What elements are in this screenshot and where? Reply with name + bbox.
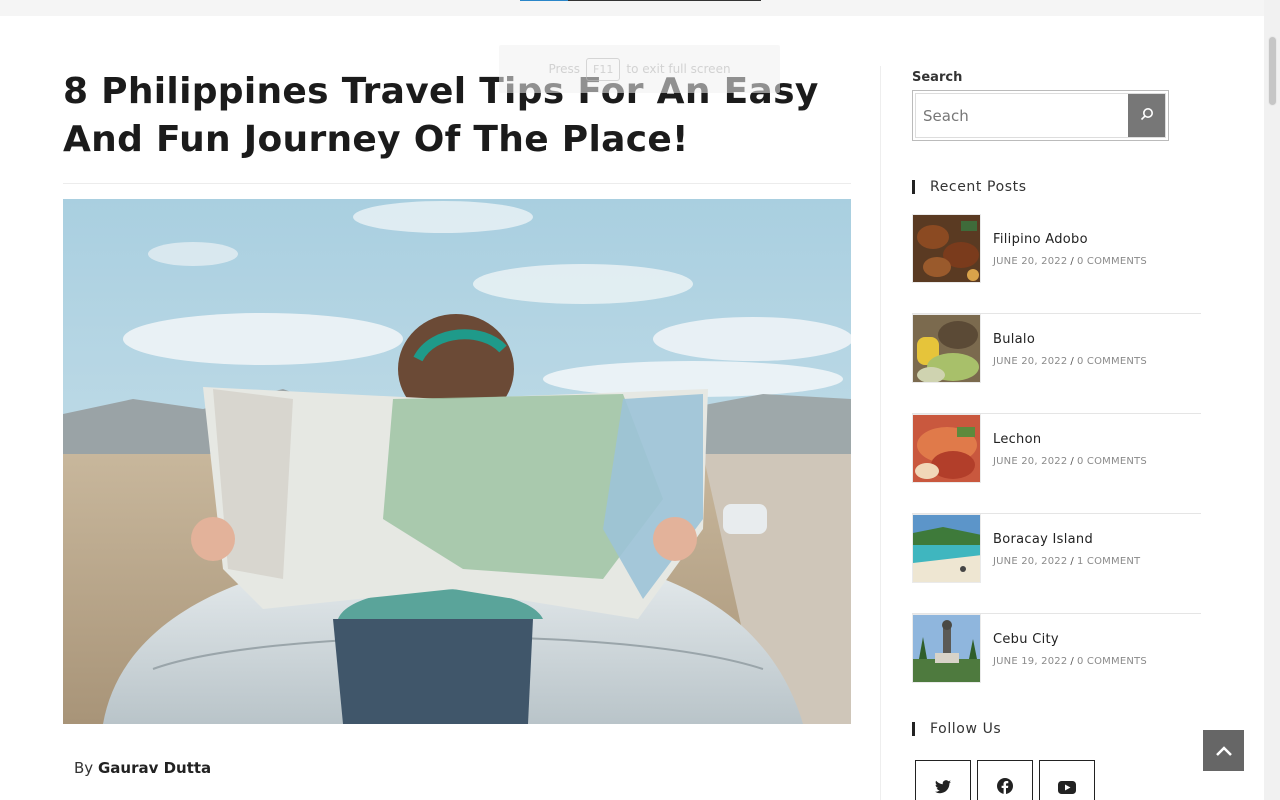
recent-post-item: Bulalo JUNE 20, 2022/0 COMMENTS <box>912 314 1201 414</box>
post-title-link[interactable]: Cebu City <box>993 632 1059 647</box>
bulalo-thumbnail[interactable] <box>912 314 981 383</box>
follow-us-heading: Follow Us <box>912 721 1001 737</box>
fullscreen-notice: Press F11 to exit full screen <box>499 45 780 93</box>
top-strip <box>0 0 1264 16</box>
facebook-icon <box>997 778 1013 798</box>
search-icon <box>1140 106 1154 125</box>
twitter-button[interactable] <box>915 760 971 800</box>
post-meta: JUNE 20, 2022/1 COMMENT <box>993 556 1141 567</box>
title-divider <box>63 183 851 184</box>
adobo-thumbnail[interactable] <box>912 214 981 283</box>
byline-prefix: By <box>74 759 94 777</box>
post-meta: JUNE 20, 2022/0 COMMENTS <box>993 356 1147 367</box>
search-inner <box>915 93 1166 138</box>
search-form <box>912 90 1169 141</box>
post-meta: JUNE 19, 2022/0 COMMENTS <box>993 656 1147 667</box>
recent-post-item: Boracay Island JUNE 20, 2022/1 COMMENT <box>912 514 1201 614</box>
post-date[interactable]: JUNE 19, 2022 <box>993 656 1067 667</box>
byline: By Gaurav Dutta <box>74 759 211 777</box>
post-comments[interactable]: 0 COMMENTS <box>1077 456 1147 467</box>
post-date[interactable]: JUNE 20, 2022 <box>993 356 1067 367</box>
post-meta: JUNE 20, 2022/0 COMMENTS <box>993 256 1147 267</box>
post-title-link[interactable]: Lechon <box>993 432 1041 447</box>
post-comments[interactable]: 0 COMMENTS <box>1077 656 1147 667</box>
post-date[interactable]: JUNE 20, 2022 <box>993 456 1067 467</box>
back-to-top-button[interactable] <box>1203 730 1244 771</box>
post-comments[interactable]: 0 COMMENTS <box>1077 256 1147 267</box>
post-comments[interactable]: 0 COMMENTS <box>1077 356 1147 367</box>
cebu-thumbnail[interactable] <box>912 614 981 683</box>
scrollbar[interactable] <box>1264 0 1280 800</box>
post-title-link[interactable]: Bulalo <box>993 332 1035 347</box>
post-date[interactable]: JUNE 20, 2022 <box>993 256 1067 267</box>
fullscreen-notice-key: F11 <box>586 57 621 81</box>
post-date[interactable]: JUNE 20, 2022 <box>993 556 1067 567</box>
recent-post-item: Lechon JUNE 20, 2022/0 COMMENTS <box>912 414 1201 514</box>
progress-line <box>520 0 568 1</box>
post-title-link[interactable]: Boracay Island <box>993 532 1093 547</box>
post-meta: JUNE 20, 2022/0 COMMENTS <box>993 456 1147 467</box>
column-divider <box>880 66 881 800</box>
author-link[interactable]: Gaurav Dutta <box>98 759 211 777</box>
post-title-link[interactable]: Filipino Adobo <box>993 232 1088 247</box>
post-comments[interactable]: 1 COMMENT <box>1077 556 1140 567</box>
twitter-icon <box>935 779 951 798</box>
search-widget-label: Search <box>912 70 963 85</box>
facebook-button[interactable] <box>977 760 1033 800</box>
recent-post-item: Filipino Adobo JUNE 20, 2022/0 COMMENTS <box>912 214 1201 314</box>
nav-underline <box>568 0 761 1</box>
fullscreen-notice-press: Press <box>548 62 581 76</box>
recent-post-item: Cebu City JUNE 19, 2022/0 COMMENTS <box>912 614 1201 714</box>
lechon-thumbnail[interactable] <box>912 414 981 483</box>
chevron-up-icon <box>1215 741 1232 760</box>
youtube-icon <box>1058 779 1076 798</box>
boracay-thumbnail[interactable] <box>912 514 981 583</box>
fullscreen-notice-text: to exit full screen <box>626 62 731 76</box>
scrollbar-thumb[interactable] <box>1268 36 1277 106</box>
search-button[interactable] <box>1128 94 1165 137</box>
recent-posts-heading: Recent Posts <box>912 179 1027 195</box>
youtube-button[interactable] <box>1039 760 1095 800</box>
search-input[interactable] <box>916 94 1128 137</box>
hero-image <box>63 199 851 724</box>
